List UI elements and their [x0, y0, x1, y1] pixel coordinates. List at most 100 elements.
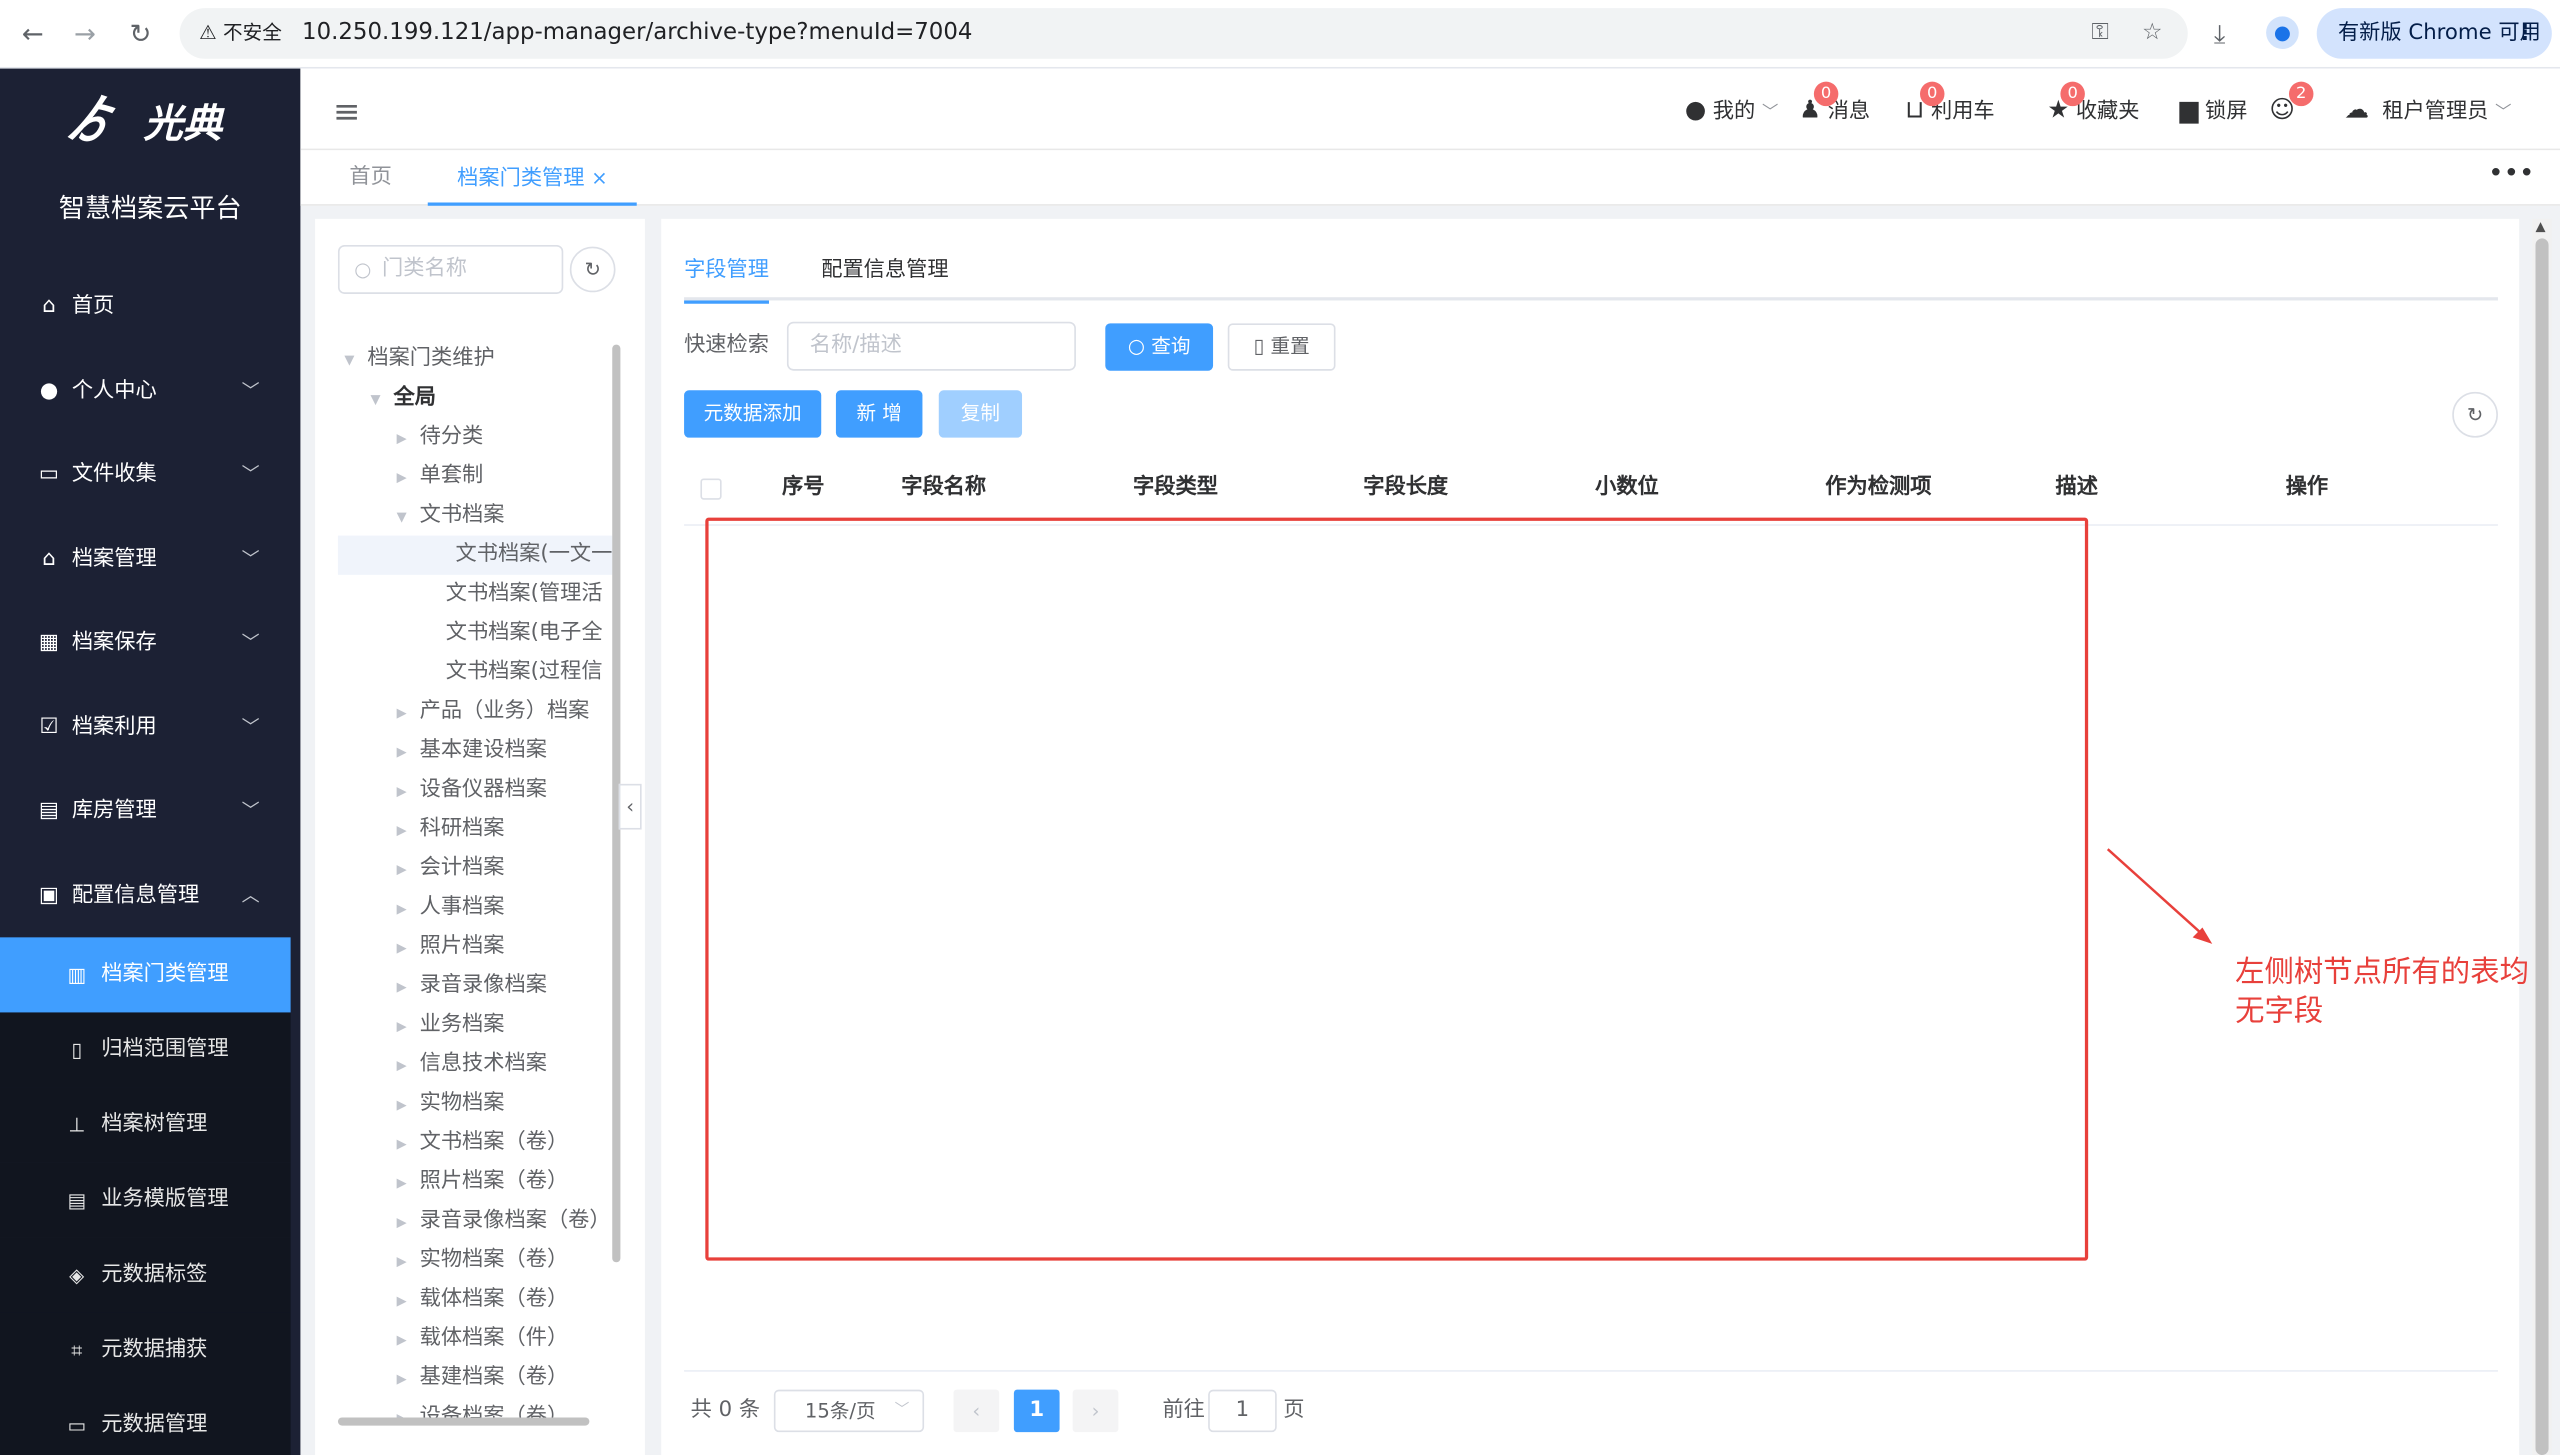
- tab-config-info[interactable]: 配置信息管理: [821, 251, 948, 300]
- next-page-button[interactable]: ›: [1072, 1389, 1119, 1433]
- column-header[interactable]: 小数位: [1595, 464, 1659, 526]
- tree-node[interactable]: ▶ 业务档案: [390, 1006, 505, 1047]
- tree-node[interactable]: ▶ 实物档案（卷）: [390, 1241, 569, 1282]
- tree-node[interactable]: ▶ 文书档案（卷）: [390, 1124, 569, 1163]
- hamburger-icon[interactable]: ≡: [333, 91, 360, 130]
- caret-right-icon[interactable]: ▶: [390, 851, 413, 890]
- table-refresh-button[interactable]: ↻: [2452, 391, 2498, 438]
- lock-screen-button[interactable]: ▆ 锁屏: [2180, 95, 2248, 128]
- caret-down-icon[interactable]: ▼: [364, 380, 387, 419]
- close-icon[interactable]: ×: [591, 167, 607, 190]
- column-header[interactable]: 字段类型: [1133, 464, 1218, 526]
- add-button[interactable]: 新 增: [835, 390, 923, 438]
- tenant-menu[interactable]: ☁ 租户管理员 ﹀: [2344, 95, 2511, 129]
- tab-home[interactable]: 首页: [349, 150, 391, 206]
- caret-right-icon[interactable]: ▶: [390, 1204, 413, 1243]
- meta-add-button[interactable]: 元数据添加: [684, 390, 822, 438]
- submenu-item-meta-tags[interactable]: ◈ 元数据标签: [0, 1237, 291, 1313]
- tree-node[interactable]: 文书档案(过程信: [416, 653, 603, 692]
- insecure-indicator[interactable]: ⚠ 不安全: [193, 18, 289, 49]
- caret-right-icon[interactable]: ▶: [390, 1164, 413, 1203]
- column-header[interactable]: 序号: [782, 464, 824, 526]
- quick-search-input[interactable]: 名称/描述: [786, 321, 1076, 371]
- menu-item-archive[interactable]: ⌂ 档案管理 ﹀: [0, 524, 300, 596]
- caret-down-icon[interactable]: ▼: [338, 341, 361, 380]
- tree-node[interactable]: ▼ 档案门类维护: [338, 340, 494, 380]
- tree-search-input[interactable]: ○ 门类名称: [337, 244, 564, 294]
- page-scrollbar[interactable]: ▲: [2532, 218, 2552, 1455]
- tree-node[interactable]: ▶ 待分类: [390, 418, 484, 459]
- submenu-item-template[interactable]: ▤ 业务模版管理: [0, 1162, 291, 1238]
- tree-node[interactable]: ▶ 录音录像档案: [390, 967, 547, 1006]
- select-all-checkbox[interactable]: [700, 478, 722, 500]
- messages-button[interactable]: ♟ 消息 0: [1799, 81, 1870, 128]
- tree-node[interactable]: ▶ 设备仪器档案: [390, 771, 547, 810]
- chrome-update-button[interactable]: 有新版 Chrome 可用 ⋮: [2316, 8, 2552, 59]
- tree-node[interactable]: ▶ 实物档案: [390, 1084, 505, 1125]
- submenu-item-archive-tree[interactable]: ⊥ 档案树管理: [0, 1087, 291, 1163]
- column-header[interactable]: 操作: [2286, 464, 2328, 526]
- reload-icon[interactable]: ↻: [126, 19, 155, 49]
- tree-node[interactable]: ▶ 科研档案: [390, 810, 505, 849]
- copy-button[interactable]: 复制: [938, 390, 1023, 438]
- tree-node[interactable]: ▶ 录音录像档案（卷）: [390, 1202, 611, 1243]
- goto-page-input[interactable]: 1: [1208, 1389, 1277, 1433]
- menu-item-warehouse[interactable]: ▤ 库房管理 ﹀: [0, 776, 300, 848]
- cart-button[interactable]: ⊔ 利用车 0: [1905, 81, 1995, 128]
- tree-node[interactable]: 文书档案(管理活: [416, 575, 603, 614]
- tree-node[interactable]: 文书档案(电子全: [416, 614, 603, 653]
- caret-down-icon[interactable]: ▼: [390, 498, 413, 537]
- tree-node[interactable]: ▶ 载体档案（卷）: [390, 1280, 569, 1321]
- column-header[interactable]: 字段长度: [1363, 464, 1448, 526]
- collapse-tree-button[interactable]: ‹: [618, 783, 642, 830]
- menu-item-utilize[interactable]: ☑ 档案利用 ﹀: [0, 692, 300, 764]
- caret-right-icon[interactable]: ▶: [390, 1360, 413, 1399]
- caret-right-icon[interactable]: ▶: [390, 459, 413, 498]
- caret-right-icon[interactable]: ▶: [390, 1008, 413, 1047]
- caret-right-icon[interactable]: ▶: [390, 1047, 413, 1086]
- menu-item-home[interactable]: ⌂ 首页: [0, 271, 300, 343]
- caret-right-icon[interactable]: ▶: [390, 420, 413, 459]
- menu-item-collect[interactable]: ▭ 文件收集 ﹀: [0, 439, 300, 511]
- tree-node[interactable]: ▶ 照片档案（卷）: [390, 1163, 569, 1203]
- profile-icon[interactable]: ●: [2266, 16, 2299, 49]
- tree-node[interactable]: ▶ 基本建设档案: [390, 732, 547, 771]
- caret-right-icon[interactable]: ▶: [390, 1321, 413, 1360]
- caret-right-icon[interactable]: ▶: [390, 1243, 413, 1282]
- query-button[interactable]: ○ 查询: [1105, 323, 1214, 371]
- tree-node[interactable]: ▶ 人事档案: [390, 888, 505, 929]
- tree-node[interactable]: ▼ 文书档案: [390, 496, 505, 537]
- submenu-item-meta-capture[interactable]: ⌗ 元数据捕获: [0, 1312, 291, 1389]
- back-icon[interactable]: ←: [18, 19, 47, 49]
- caret-right-icon[interactable]: ▶: [390, 733, 413, 772]
- key-icon[interactable]: ⚿: [2091, 20, 2108, 46]
- submenu-item-archive-scope[interactable]: ▯ 归档范围管理: [0, 1012, 291, 1088]
- caret-right-icon[interactable]: ▶: [390, 772, 413, 811]
- tree-node[interactable]: ▶ 照片档案: [390, 928, 505, 967]
- tree-node[interactable]: ▶ 会计档案: [390, 849, 505, 890]
- menu-item-personal[interactable]: ● 个人中心 ﹀: [0, 356, 300, 428]
- tab-field-management[interactable]: 字段管理: [684, 251, 770, 304]
- my-menu[interactable]: ● 我的 ﹀: [1685, 95, 1778, 129]
- column-header[interactable]: 描述: [2056, 464, 2098, 526]
- download-icon[interactable]: ⤓: [2214, 18, 2226, 51]
- caret-right-icon[interactable]: ▶: [390, 1282, 413, 1321]
- menu-item-preserve[interactable]: ▦ 档案保存 ﹀: [0, 607, 300, 679]
- caret-right-icon[interactable]: ▶: [390, 694, 413, 733]
- reset-button[interactable]: ▯ 重置: [1227, 323, 1336, 371]
- column-header[interactable]: 作为检测项: [1825, 464, 1931, 526]
- url-text[interactable]: 10.250.199.121/app-manager/archive-type?…: [302, 18, 972, 49]
- prev-page-button[interactable]: ‹: [953, 1389, 1000, 1433]
- tree-node[interactable]: ▶ 载体档案（件）: [390, 1319, 569, 1360]
- star-icon[interactable]: ☆: [2142, 20, 2163, 46]
- tree-refresh-button[interactable]: ↻: [569, 246, 616, 293]
- tab-archive-type[interactable]: 档案门类管理 ×: [427, 150, 638, 206]
- caret-right-icon[interactable]: ▶: [390, 1399, 413, 1418]
- forward-icon[interactable]: →: [70, 19, 99, 49]
- submenu-item-archive-type[interactable]: ▥ 档案门类管理: [0, 937, 291, 1013]
- caret-right-icon[interactable]: ▶: [390, 890, 413, 929]
- tree-node[interactable]: ▶ 信息技术档案: [390, 1045, 547, 1084]
- caret-right-icon[interactable]: ▶: [390, 1086, 413, 1125]
- tree-node[interactable]: ▶ 基建档案（卷）: [390, 1359, 569, 1399]
- favorites-button[interactable]: ★ 收藏夹 0: [2047, 81, 2140, 128]
